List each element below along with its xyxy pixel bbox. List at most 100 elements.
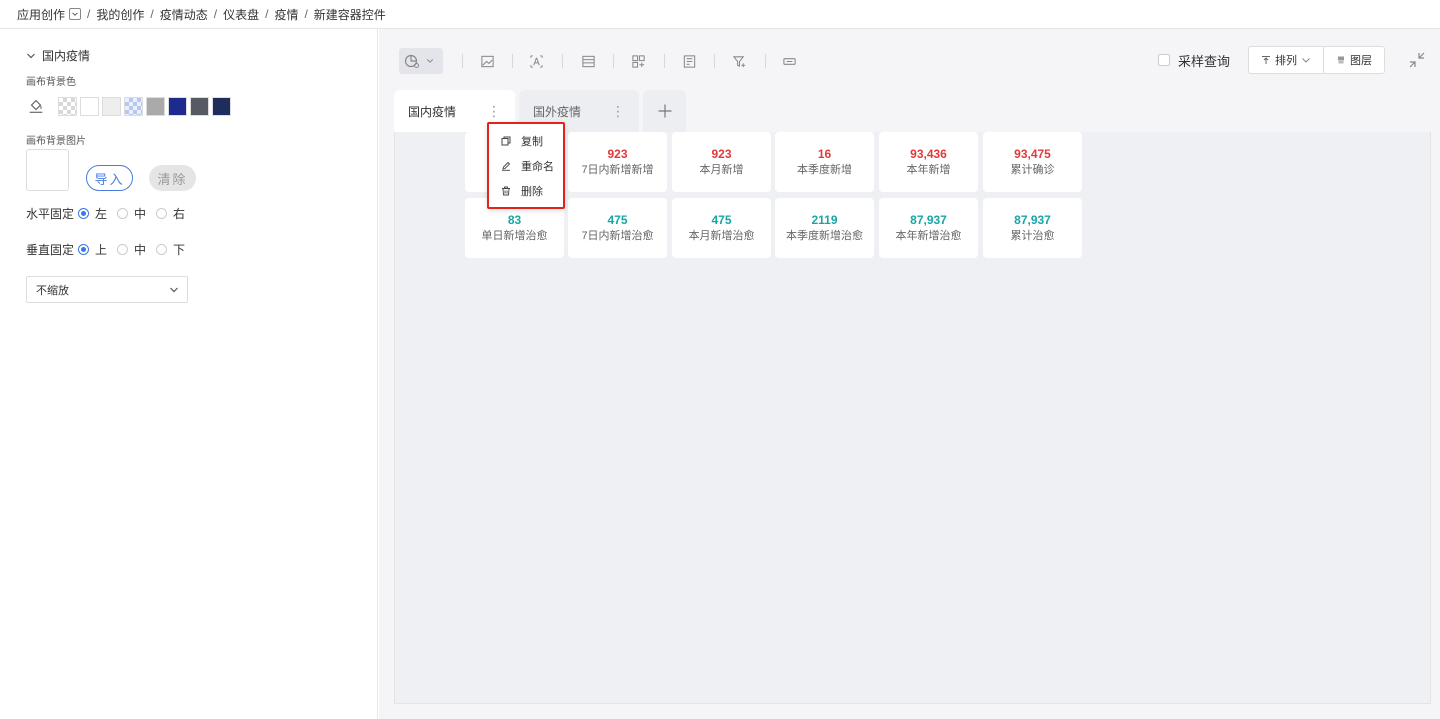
- add-tab-button[interactable]: [643, 90, 686, 132]
- swatch-gray[interactable]: [146, 96, 165, 116]
- chart-picker-button[interactable]: [399, 48, 443, 74]
- chevron-down-icon: [426, 59, 434, 63]
- menu-item-rename[interactable]: 重命名: [489, 155, 563, 177]
- section-header[interactable]: 国内疫情: [26, 47, 90, 64]
- chevron-down-icon: [170, 287, 178, 292]
- section-title: 国内疫情: [42, 49, 91, 63]
- checkbox[interactable]: [1157, 54, 1170, 66]
- breadcrumb-item-dashboard[interactable]: 仪表盘: [223, 6, 259, 23]
- kpi-card[interactable]: 923 本月新增: [672, 132, 771, 192]
- trash-icon: [502, 186, 510, 195]
- image-icon[interactable]: [479, 53, 495, 69]
- toolbar-right: 采样查询 排列 图层: [1157, 46, 1440, 74]
- kpi-value: 475: [711, 212, 732, 227]
- kpi-label: 累计确诊: [1010, 163, 1055, 176]
- swatch-navy[interactable]: [168, 96, 187, 116]
- swatch-transparent[interactable]: [58, 96, 77, 116]
- kpi-value: 93,475: [1014, 146, 1051, 161]
- more-vertical-icon[interactable]: ⋮: [487, 103, 501, 120]
- text-icon[interactable]: [528, 53, 544, 69]
- chevron-down-icon: [27, 53, 35, 58]
- kpi-label: 本月新增: [699, 163, 744, 176]
- bg-image-label: 画布背景图片: [26, 136, 86, 147]
- kpi-value: 83: [507, 212, 522, 227]
- swatch-pattern[interactable]: [124, 96, 143, 116]
- kpi-label: 7日内新增新增: [581, 163, 654, 176]
- more-vertical-icon[interactable]: ⋮: [611, 103, 625, 120]
- kpi-card[interactable]: 16 本季度新增: [775, 132, 874, 192]
- copy-icon: [501, 136, 511, 145]
- sample-query-checkbox[interactable]: 采样查询: [1157, 51, 1230, 70]
- kpi-card[interactable]: 87,937 本年新增治愈: [879, 198, 978, 258]
- toolbar: 采样查询 排列 图层: [379, 29, 1440, 91]
- kpi-value: 923: [607, 146, 628, 161]
- bg-color-label: 画布背景色: [26, 77, 76, 88]
- menu-item-copy[interactable]: 复制: [489, 130, 563, 152]
- kpi-label: 累计治愈: [1010, 229, 1055, 242]
- sort-button[interactable]: 排列: [1249, 47, 1323, 73]
- sort-label: 排列: [1275, 55, 1297, 67]
- kpi-value: 2119: [811, 212, 838, 227]
- kpi-card[interactable]: 87,937 累计治愈: [983, 198, 1082, 258]
- collapse-icon[interactable]: [1407, 50, 1427, 70]
- filter-icon[interactable]: [731, 53, 747, 69]
- vertical-anchor-group: 垂直固定 上 中 下: [26, 241, 195, 258]
- chart-pie-icon: [404, 54, 419, 68]
- input-box-icon[interactable]: [781, 53, 797, 69]
- radio-vertical-middle[interactable]: 中: [117, 241, 146, 258]
- vertical-anchor-label: 垂直固定: [26, 243, 75, 257]
- kpi-card[interactable]: 93,436 本年新增: [879, 132, 978, 192]
- breadcrumb-item-yiqing[interactable]: 疫情: [274, 6, 298, 23]
- radio-horizontal-center[interactable]: 中: [117, 205, 146, 222]
- radio-vertical-bottom[interactable]: 下: [156, 241, 185, 258]
- kpi-label: 本年新增: [906, 163, 951, 176]
- radio-horizontal-left[interactable]: 左: [78, 205, 107, 222]
- breadcrumb-item-epidemic[interactable]: 疫情动态: [160, 6, 208, 23]
- clear-button[interactable]: 清除: [149, 165, 196, 191]
- kpi-value: 923: [711, 146, 732, 161]
- radio-vertical-top[interactable]: 上: [78, 241, 107, 258]
- table-icon[interactable]: [580, 53, 596, 69]
- sample-query-label: 采样查询: [1177, 53, 1230, 69]
- swatch-white[interactable]: [80, 96, 99, 116]
- layers-icon: [1338, 56, 1344, 64]
- properties-panel: 国内疫情 画布背景色 画布背景图片 导入 清除 水平固定 左 中 右 垂直固定 …: [0, 29, 378, 719]
- tab-label: 国内疫情: [408, 104, 457, 119]
- breadcrumb-item-app[interactable]: 应用创作: [17, 6, 65, 23]
- horizontal-anchor-group: 水平固定 左 中 右: [26, 205, 195, 222]
- swatch-dark-navy[interactable]: [212, 96, 231, 116]
- layers-button[interactable]: 图层: [1323, 47, 1384, 73]
- color-swatches: [26, 96, 234, 116]
- breadcrumb-item-my-creation[interactable]: 我的创作: [96, 6, 144, 23]
- scale-select[interactable]: 不缩放: [26, 276, 188, 303]
- kpi-card[interactable]: 923 7日内新增新增: [568, 132, 667, 192]
- form-icon[interactable]: [681, 53, 697, 69]
- menu-item-label: 重命名: [521, 160, 554, 173]
- menu-item-label: 复制: [521, 135, 543, 148]
- tab-label: 国外疫情: [533, 104, 582, 119]
- kpi-label: 本年新增治愈: [895, 229, 962, 242]
- breadcrumb-item-current: 新建容器控件: [313, 7, 386, 22]
- kpi-card[interactable]: 475 7日内新增治愈: [568, 198, 667, 258]
- bg-image-preview: [26, 149, 69, 191]
- scale-select-value: 不缩放: [36, 284, 69, 297]
- chevron-down-icon: [1302, 58, 1310, 63]
- menu-item-label: 删除: [521, 185, 543, 198]
- kpi-label: 本季度新增: [797, 163, 852, 176]
- menu-item-delete[interactable]: 删除: [489, 180, 563, 202]
- kpi-card[interactable]: 475 本月新增治愈: [672, 198, 771, 258]
- layers-label: 图层: [1350, 55, 1372, 67]
- chevron-down-icon[interactable]: [69, 8, 82, 20]
- kpi-value: 87,937: [1014, 212, 1051, 227]
- import-button[interactable]: 导入: [86, 165, 133, 191]
- widgets-icon[interactable]: [630, 53, 646, 69]
- swatch-light-gray[interactable]: [102, 96, 121, 116]
- paint-bucket-icon[interactable]: [26, 96, 46, 116]
- kpi-card[interactable]: 93,475 累计确诊: [983, 132, 1082, 192]
- kpi-label: 单日新增治愈: [481, 229, 548, 242]
- swatch-slate[interactable]: [190, 96, 209, 116]
- kpi-card[interactable]: 2119 本季度新增治愈: [775, 198, 874, 258]
- kpi-label: 本季度新增治愈: [786, 229, 863, 242]
- kpi-value: 87,937: [910, 212, 947, 227]
- radio-horizontal-right[interactable]: 右: [156, 205, 185, 222]
